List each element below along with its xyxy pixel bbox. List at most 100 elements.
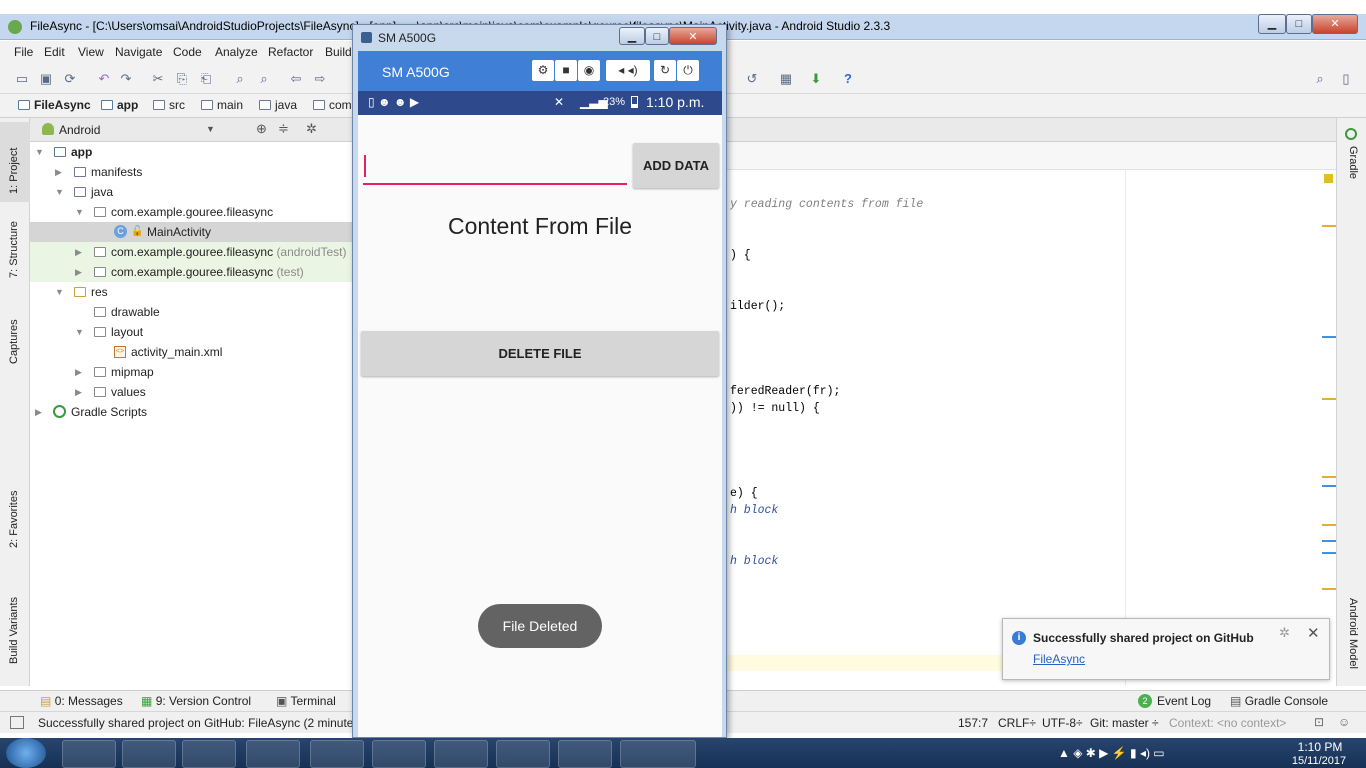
system-tray-icons[interactable]: ▲ ◈ ✱ ▶ ⚡ ▮ ◂) ▭ <box>1058 746 1165 760</box>
error-stripe-mark[interactable] <box>1322 552 1336 554</box>
git-icon[interactable] <box>372 740 426 768</box>
error-stripe-mark[interactable] <box>1322 524 1336 526</box>
emulator-taskbar-icon[interactable] <box>558 740 612 768</box>
tab-structure[interactable]: 7: Structure <box>8 221 20 278</box>
context-indicator[interactable]: Context: <no context> <box>1169 716 1286 730</box>
status-message[interactable]: Successfully shared project on GitHub: F… <box>38 716 353 730</box>
error-stripe-mark[interactable] <box>1322 540 1336 542</box>
tab-favorites[interactable]: 2: Favorites <box>8 491 20 548</box>
tab-gradle[interactable]: Gradle <box>1347 146 1359 179</box>
sdk-manager-icon[interactable]: ⬇ <box>808 71 824 87</box>
tab-android-model[interactable]: Android Model <box>1347 598 1359 669</box>
back-icon[interactable]: ⇦ <box>288 71 304 87</box>
search-icon[interactable]: ⌕ <box>1312 71 1328 87</box>
tree-item-activity-main-xml[interactable]: <> activity_main.xml <box>30 342 352 362</box>
tree-item-mainactivity[interactable]: C 🔓 MainActivity <box>30 222 352 242</box>
find-icon[interactable]: ⌕ <box>232 71 248 87</box>
cut-icon[interactable]: ✂ <box>150 71 166 87</box>
start-button[interactable] <box>6 738 46 768</box>
menu-refactor[interactable]: Refactor <box>268 45 313 59</box>
tab-terminal[interactable]: ▣ Terminal <box>276 694 336 708</box>
tree-item-java[interactable]: ▼ java <box>30 182 352 202</box>
paste-icon[interactable]: ⎗ <box>198 71 214 87</box>
close-icon[interactable]: ✕ <box>1307 624 1320 642</box>
media-icon[interactable] <box>182 740 236 768</box>
explorer-icon[interactable] <box>62 740 116 768</box>
error-stripe-mark[interactable] <box>1322 588 1336 590</box>
taskbar-item[interactable] <box>620 740 696 768</box>
replace-icon[interactable]: ⌕ <box>256 71 272 87</box>
breadcrumb-src[interactable]: src <box>153 98 185 112</box>
video-icon[interactable]: ■ <box>555 60 577 81</box>
settings-icon[interactable]: ✲ <box>1279 625 1290 641</box>
redo-icon[interactable]: ↷ <box>118 71 134 87</box>
tree-item-drawable[interactable]: drawable <box>30 302 352 322</box>
tab-version-control[interactable]: ▦ 9: Version Control <box>141 694 251 708</box>
ie-icon[interactable] <box>122 740 176 768</box>
tree-item-values[interactable]: ▶ values <box>30 382 352 402</box>
maximize-button[interactable]: □ <box>1286 14 1312 34</box>
forward-icon[interactable]: ⇨ <box>312 71 328 87</box>
tree-item-package-test[interactable]: ▶ com.example.gouree.fileasync (test) <box>30 262 352 282</box>
emulator-maximize-button[interactable]: □ <box>645 27 669 45</box>
caret-position[interactable]: 157:7 <box>958 716 988 730</box>
app-icon[interactable] <box>310 740 364 768</box>
tree-item-manifests[interactable]: ▶ manifests <box>30 162 352 182</box>
data-input-field[interactable] <box>363 147 627 185</box>
tree-item-layout[interactable]: ▼ layout <box>30 322 352 342</box>
user-icon[interactable]: ▯ <box>1338 71 1354 87</box>
tab-messages[interactable]: ▤ 0: Messages <box>40 694 123 708</box>
panel-toggle-icon[interactable] <box>10 716 24 729</box>
tree-item-package-androidtest[interactable]: ▶ com.example.gouree.fileasync (androidTe… <box>30 242 352 262</box>
tree-item-app[interactable]: ▼ app <box>30 142 352 162</box>
add-data-button[interactable]: ADD DATA <box>633 143 719 188</box>
copy-icon[interactable]: ⎘ <box>174 71 190 87</box>
git-branch[interactable]: Git: master ÷ <box>1090 716 1159 730</box>
lock-icon[interactable]: ⊡ <box>1314 715 1324 729</box>
locate-icon[interactable]: ⊕ <box>256 121 267 137</box>
clock-time[interactable]: 1:10 PM <box>1284 740 1356 754</box>
tab-project[interactable]: 1: Project <box>8 148 20 194</box>
tree-item-gradle-scripts[interactable]: ▶ Gradle Scripts <box>30 402 352 422</box>
menu-code[interactable]: Code <box>173 45 202 59</box>
menu-navigate[interactable]: Navigate <box>115 45 162 59</box>
breadcrumb-main[interactable]: main <box>201 98 243 112</box>
tab-build-variants[interactable]: Build Variants <box>8 597 20 664</box>
breadcrumb-project[interactable]: FileAsync <box>18 98 91 112</box>
menu-analyze[interactable]: Analyze <box>215 45 258 59</box>
project-view-select[interactable]: Android <box>59 123 100 137</box>
inspector-icon[interactable]: ☺ <box>1338 715 1350 729</box>
revert-icon[interactable]: ↺ <box>744 71 760 87</box>
emulator-minimize-button[interactable]: ▁ <box>619 27 645 45</box>
menu-build[interactable]: Build <box>325 45 352 59</box>
chevron-down-icon[interactable]: ▼ <box>206 124 215 134</box>
error-stripe-mark[interactable] <box>1322 225 1336 227</box>
settings-icon[interactable]: ⚙ <box>532 60 554 81</box>
close-button[interactable]: ✕ <box>1312 14 1358 34</box>
error-stripe-mark[interactable] <box>1322 485 1336 487</box>
device-icon[interactable]: ▦ <box>778 71 794 87</box>
save-icon[interactable]: ▣ <box>38 71 54 87</box>
open-folder-icon[interactable]: ▭ <box>14 71 30 87</box>
collapse-icon[interactable]: ≑ <box>278 121 289 137</box>
firefox-icon[interactable] <box>246 740 300 768</box>
settings-icon[interactable]: ✲ <box>306 121 317 137</box>
menu-view[interactable]: View <box>78 45 104 59</box>
tree-item-package[interactable]: ▼ com.example.gouree.fileasync <box>30 202 352 222</box>
menu-edit[interactable]: Edit <box>44 45 65 59</box>
android-studio-taskbar-icon[interactable] <box>496 740 550 768</box>
volume-icons[interactable]: ◂ ◂) <box>606 60 650 81</box>
breadcrumb-java[interactable]: java <box>259 98 297 112</box>
tab-gradle-console[interactable]: ▤ Gradle Console <box>1230 694 1328 708</box>
tab-captures[interactable]: Captures <box>8 319 20 364</box>
error-stripe-mark[interactable] <box>1322 476 1336 478</box>
tree-item-res[interactable]: ▼ res <box>30 282 352 302</box>
clock-date[interactable]: 15/11/2017 <box>1280 755 1358 768</box>
emulator-close-button[interactable]: ✕ <box>669 27 717 45</box>
sync-icon[interactable]: ⟳ <box>62 71 78 87</box>
error-stripe-mark[interactable] <box>1322 336 1336 338</box>
camera-icon[interactable]: ◉ <box>578 60 600 81</box>
file-encoding[interactable]: UTF-8÷ <box>1042 716 1083 730</box>
breadcrumb-com[interactable]: com <box>313 98 352 112</box>
help-icon[interactable]: ? <box>840 71 856 87</box>
